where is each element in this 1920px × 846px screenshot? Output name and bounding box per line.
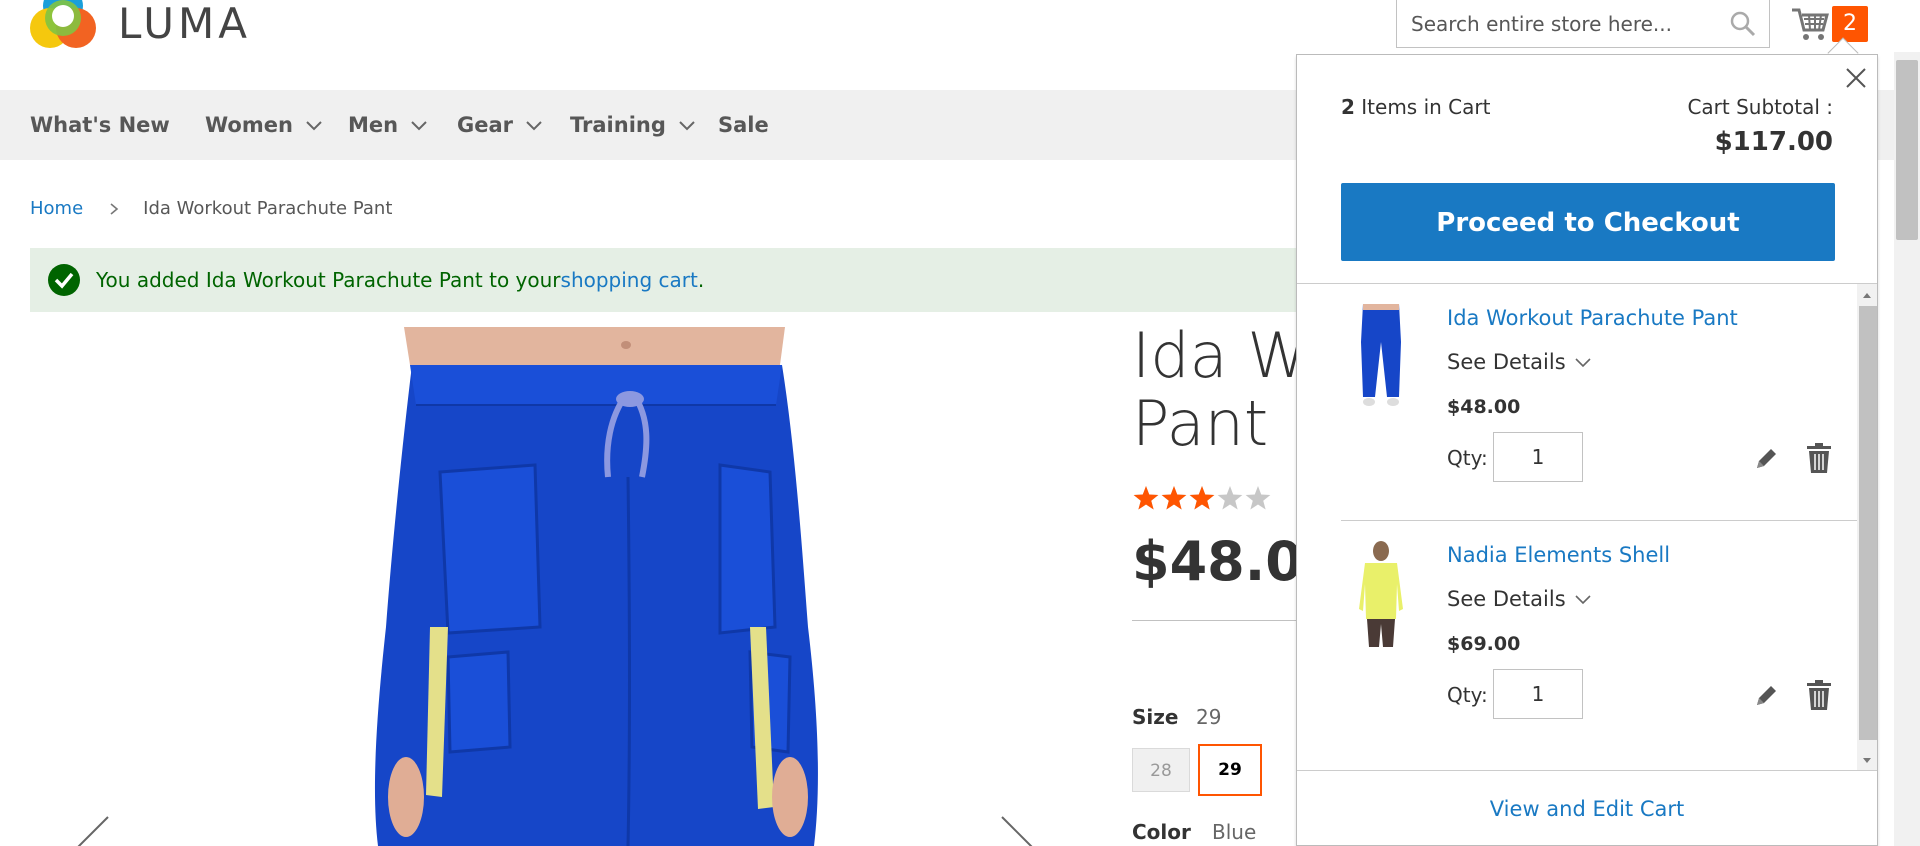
see-details-label: See Details: [1447, 350, 1566, 374]
minicart-toggle[interactable]: 2: [1790, 2, 1874, 46]
search-input[interactable]: [1397, 1, 1717, 46]
search-icon[interactable]: [1729, 10, 1757, 38]
item-price: $48.00: [1447, 396, 1521, 418]
gallery-prev-arrow-icon[interactable]: [72, 815, 112, 846]
pencil-icon[interactable]: [1753, 683, 1779, 709]
nav-label: What's New: [30, 113, 170, 137]
product-image: [374, 327, 818, 846]
rating-stars[interactable]: [1132, 485, 1272, 513]
product-thumbnail[interactable]: [1341, 539, 1421, 649]
minicart-scrollbar-thumb[interactable]: [1859, 306, 1877, 740]
minicart-dropdown: 2 Items in Cart Cart Subtotal : $117.00 …: [1296, 54, 1878, 846]
logo-text: LUMA: [118, 0, 252, 48]
checkmark-icon: [48, 264, 80, 296]
chevron-down-icon: [526, 121, 542, 131]
trash-icon[interactable]: [1805, 679, 1833, 711]
minicart-scrollbar[interactable]: [1857, 284, 1877, 770]
search-box: [1396, 0, 1770, 48]
nav-label: Sale: [718, 113, 769, 137]
message-text: You added Ida Workout Parachute Pant to …: [96, 268, 561, 292]
qty-input[interactable]: [1493, 669, 1583, 719]
item-price: $69.00: [1447, 633, 1521, 655]
size-swatch-29[interactable]: 29: [1198, 744, 1262, 796]
nav-item-sale[interactable]: Sale: [718, 90, 769, 160]
cart-icon: [1792, 8, 1829, 40]
chevron-down-icon: [679, 121, 695, 131]
luma-logo-icon: [30, 0, 96, 48]
minicart-item: Nadia Elements Shell See Details $69.00 …: [1319, 521, 1835, 757]
items-count-label: Items in Cart: [1361, 95, 1491, 119]
nav-item-women[interactable]: Women: [205, 90, 323, 160]
minicart-items: Ida Workout Parachute Pant See Details $…: [1297, 283, 1877, 771]
qty-label: Qty:: [1447, 446, 1488, 470]
page-scrollbar-thumb[interactable]: [1896, 60, 1918, 240]
subtotal-label: Cart Subtotal :: [1687, 95, 1833, 119]
product-thumbnail[interactable]: [1341, 302, 1421, 412]
chevron-down-icon: [1575, 358, 1591, 368]
star-filled-icon: [1133, 486, 1159, 510]
item-name-link[interactable]: Ida Workout Parachute Pant: [1447, 306, 1738, 330]
chevron-down-icon: [411, 121, 427, 131]
view-and-edit-cart-link[interactable]: View and Edit Cart: [1297, 797, 1877, 821]
nav-item-training[interactable]: Training: [570, 90, 696, 160]
pencil-icon[interactable]: [1753, 446, 1779, 472]
page-scrollbar[interactable]: [1894, 52, 1920, 846]
star-empty-icon: [1245, 486, 1271, 510]
scroll-up-icon[interactable]: [1857, 288, 1877, 302]
items-count: 2 Items in Cart: [1341, 95, 1490, 119]
scroll-down-icon[interactable]: [1857, 754, 1877, 768]
breadcrumb: Home Ida Workout Parachute Pant: [30, 198, 392, 219]
star-filled-icon: [1161, 486, 1187, 510]
nav-label: Men: [348, 113, 399, 137]
see-details-label: See Details: [1447, 587, 1566, 611]
see-details-toggle[interactable]: See Details: [1447, 350, 1592, 374]
chevron-down-icon: [306, 121, 322, 131]
chevron-right-icon: [110, 202, 119, 215]
product-gallery: [30, 327, 1070, 846]
star-empty-icon: [1217, 486, 1243, 510]
size-swatch-28[interactable]: 28: [1132, 748, 1190, 792]
star-filled-icon: [1189, 486, 1215, 510]
store-logo[interactable]: LUMA: [30, 0, 251, 52]
item-name-link[interactable]: Nadia Elements Shell: [1447, 543, 1670, 567]
close-icon[interactable]: [1843, 65, 1869, 91]
see-details-toggle[interactable]: See Details: [1447, 587, 1592, 611]
proceed-to-checkout-button[interactable]: Proceed to Checkout: [1341, 183, 1835, 261]
color-selected-value: Blue: [1212, 820, 1257, 844]
minicart-item: Ida Workout Parachute Pant See Details $…: [1319, 284, 1857, 521]
shopping-cart-link[interactable]: shopping cart: [561, 268, 698, 292]
items-count-number: 2: [1341, 95, 1355, 119]
nav-item-whats-new[interactable]: What's New: [30, 90, 170, 160]
gallery-next-arrow-icon[interactable]: [998, 815, 1038, 846]
nav-item-men[interactable]: Men: [348, 90, 428, 160]
nav-label: Women: [205, 113, 293, 137]
nav-item-gear[interactable]: Gear: [457, 90, 543, 160]
trash-icon[interactable]: [1805, 442, 1833, 474]
message-period: .: [697, 268, 705, 292]
subtotal-value: $117.00: [1714, 127, 1833, 157]
size-selected-value: 29: [1196, 705, 1222, 729]
color-label: Color: [1132, 820, 1191, 844]
breadcrumb-home-link[interactable]: Home: [30, 198, 83, 219]
size-label: Size: [1132, 705, 1179, 729]
nav-label: Training: [570, 113, 666, 137]
qty-label: Qty:: [1447, 683, 1488, 707]
breadcrumb-current: Ida Workout Parachute Pant: [143, 198, 393, 219]
success-message: You added Ida Workout Parachute Pant to …: [30, 248, 1320, 312]
cart-count-badge: 2: [1832, 6, 1868, 42]
nav-label: Gear: [457, 113, 514, 137]
chevron-down-icon: [1575, 595, 1591, 605]
qty-input[interactable]: [1493, 432, 1583, 482]
